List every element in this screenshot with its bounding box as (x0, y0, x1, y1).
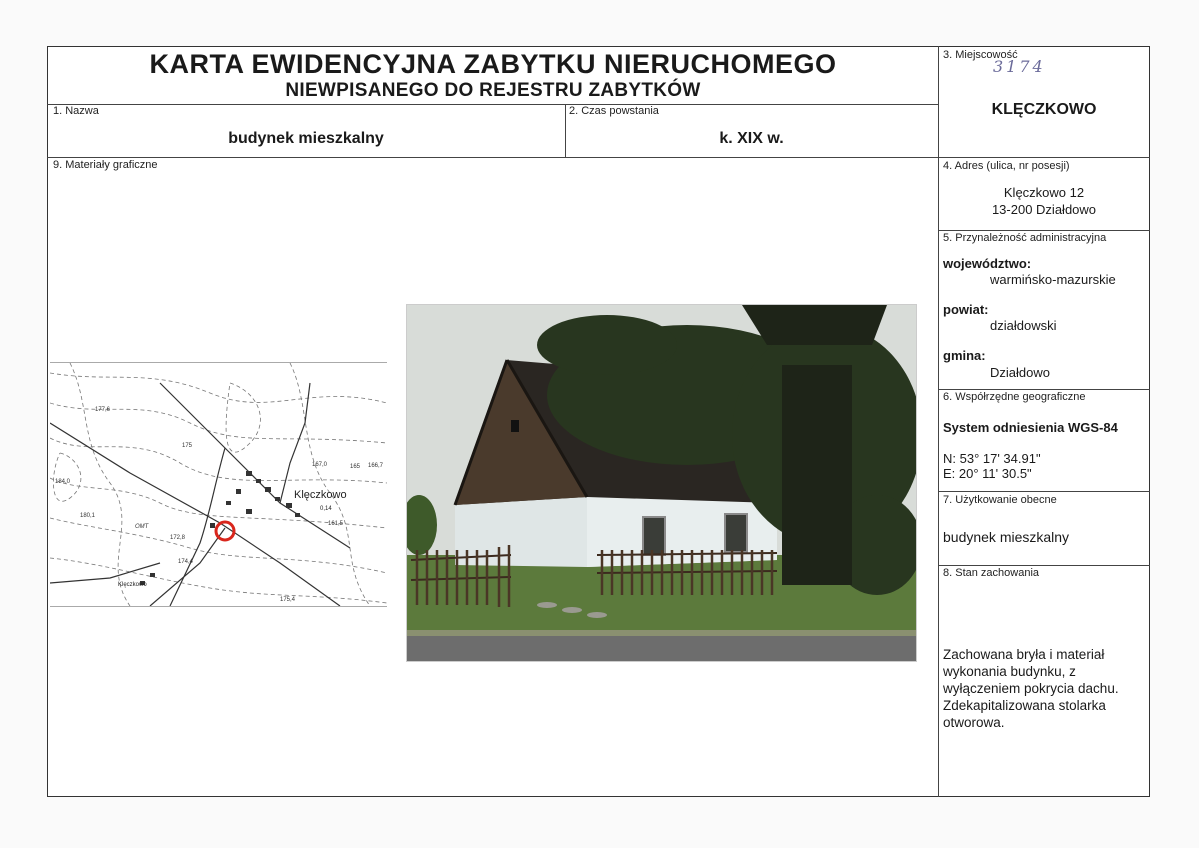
coord-e: E: 20° 11' 30.5" (943, 466, 1032, 481)
czas-label: 2. Czas powstania (569, 105, 659, 117)
wspolrzedne-label: 6. Współrzędne geograficzne (943, 391, 1086, 403)
map-town-label: Klęczkowo (294, 489, 347, 501)
map-label: 172,8 (170, 535, 186, 541)
miejscowosc-value: KLĘCZKOWO (991, 101, 1097, 118)
map-label: 175 (182, 443, 193, 449)
divider (938, 389, 1150, 390)
divider (938, 491, 1150, 492)
topographic-map: 177,6 175 175,4 167,0 165 184,0 180,1 OM… (49, 362, 388, 607)
inventory-number: 3174 (993, 57, 1046, 76)
photo-drawing (401, 305, 922, 661)
materialy-label: 9. Materiały graficzne (53, 159, 158, 171)
wojewodztwo-value: warmińsko-mazurskie (990, 272, 1116, 287)
system-value: System odniesienia WGS-84 (943, 420, 1118, 435)
divider (938, 230, 1150, 231)
czas-value: k. XIX w. (719, 130, 784, 147)
stan-line: Zdekapitalizowana stolarka (943, 698, 1106, 713)
card-title: KARTA EWIDENCYJNA ZABYTKU NIERUCHOMEGO (149, 49, 837, 79)
stan-line: otworowa. (943, 715, 1005, 730)
map-label: 174,4 (178, 559, 194, 565)
adres-label: 4. Adres (ulica, nr posesji) (943, 160, 1070, 172)
divider (47, 104, 938, 105)
stan-line: wyłączeniem pokrycia dachu. (943, 681, 1119, 696)
building-photo (401, 304, 922, 662)
map-label: 167,0 (312, 462, 328, 468)
map-label: 180,1 (80, 513, 96, 519)
nazwa-value: budynek mieszkalny (228, 130, 384, 147)
przynaleznosc-label: 5. Przynależność administracyjna (943, 232, 1107, 244)
map-label: 177,6 (95, 407, 111, 413)
stan-label: 8. Stan zachowania (943, 567, 1040, 579)
gmina-label: gmina: (943, 348, 986, 363)
map-label: OMT (135, 524, 150, 530)
map-label: 165 (350, 464, 361, 470)
divider (47, 157, 1150, 158)
uzytkowanie-value: budynek mieszkalny (943, 529, 1070, 545)
stan-line: Zachowana bryła i materiał (943, 647, 1105, 662)
map-label: 175,4 (280, 597, 296, 603)
adres-line1: Klęczkowo 12 (1003, 185, 1085, 200)
nazwa-label: 1. Nazwa (53, 105, 99, 117)
map-label: 184,0 (55, 479, 71, 485)
powiat-value: działdowski (990, 318, 1057, 333)
divider (938, 46, 939, 797)
map-town-sub: 0,14 (320, 506, 332, 512)
wojewodztwo-label: województwo: (943, 256, 1032, 271)
gmina-value: Działdowo (990, 365, 1050, 380)
uzytkowanie-label: 7. Użytkowanie obecne (943, 494, 1057, 506)
powiat-label: powiat: (943, 302, 989, 317)
map-label: 166,7 (368, 463, 384, 469)
divider (938, 565, 1150, 566)
coord-n: N: 53° 17' 34.91" (943, 451, 1041, 466)
map-label: 161,5 (328, 521, 344, 527)
stan-line: wykonania budynku, z (943, 664, 1076, 679)
stan-text: Zachowana bryła i materiał wykonania bud… (943, 646, 1143, 731)
card-subtitle: NIEWPISANEGO DO REJESTRU ZABYTKÓW (285, 80, 701, 101)
map-drawing: 177,6 175 175,4 167,0 165 184,0 180,1 OM… (49, 362, 388, 607)
adres-line2: 13-200 Działdowo (991, 202, 1097, 217)
map-village-label: Klęczkowo (118, 582, 147, 588)
